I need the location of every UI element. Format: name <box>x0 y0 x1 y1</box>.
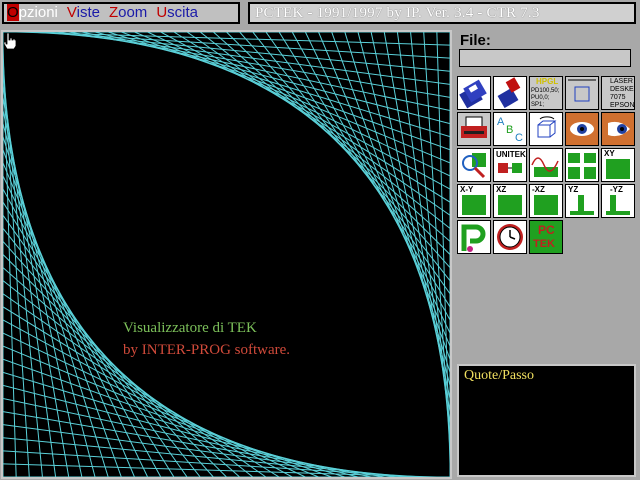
view-xy-button[interactable]: XY <box>601 148 635 182</box>
about-pctek-button[interactable]: PC TEK <box>529 220 563 254</box>
view-eye-button[interactable] <box>565 112 599 146</box>
view-eye-side-button[interactable] <box>601 112 635 146</box>
merge-icon <box>498 163 522 173</box>
file-label: File: <box>460 32 491 49</box>
plane-xy-icon <box>606 159 630 179</box>
grid-line <box>3 254 227 477</box>
disk-arrow-icon <box>497 77 521 109</box>
menu-viste[interactable]: Viste <box>67 4 100 22</box>
menu-opzioni[interactable]: Opzioni <box>7 4 58 22</box>
plane-myz-icon <box>606 195 630 215</box>
file-field[interactable] <box>459 49 631 67</box>
print-button[interactable] <box>457 112 491 146</box>
unitek-button[interactable]: UNITEK <box>493 148 527 182</box>
page-setup-button[interactable] <box>565 76 599 110</box>
plane-mxz-icon <box>534 195 558 215</box>
text-button[interactable]: A B C <box>493 112 527 146</box>
right-panel: File: HPGL PD100,50; PU0,0; SP1; LASER D… <box>455 30 638 479</box>
cube-rotate-icon <box>537 116 557 138</box>
plane-yz-icon <box>570 195 594 215</box>
splash-title: Visualizzatore di TEK <box>123 320 257 336</box>
menu-bar: Opzioni Viste Zoom Uscita <box>2 2 240 24</box>
grid-line <box>226 32 450 255</box>
view-yz-button[interactable]: YZ <box>565 184 599 218</box>
grid-line <box>3 437 411 477</box>
menu-zoom[interactable]: Zoom <box>109 4 147 22</box>
printer-icon <box>461 116 487 138</box>
page-frame-icon <box>568 79 596 102</box>
quote-panel: Quote/Passo <box>457 364 636 477</box>
clock-button[interactable] <box>493 220 527 254</box>
svg-text:C: C <box>515 132 523 144</box>
eye-side-icon <box>602 113 634 145</box>
magnifier-icon <box>462 153 486 179</box>
view-mxy-button[interactable]: X-Y <box>457 184 491 218</box>
plane-xz-icon <box>498 195 522 215</box>
string-art-drawing <box>3 32 450 477</box>
hand-cursor-icon <box>3 32 17 50</box>
drawing-canvas[interactable]: Visualizzatore di TEK by INTER-PROG soft… <box>1 30 452 479</box>
quote-label: Quote/Passo <box>464 368 534 383</box>
curve-icon <box>531 157 559 177</box>
grid-view-icon <box>568 153 596 179</box>
view-xz-button[interactable]: XZ <box>493 184 527 218</box>
hpgl-export-button[interactable]: HPGL PD100,50; PU0,0; SP1; <box>529 76 563 110</box>
save-disk-button[interactable] <box>457 76 491 110</box>
printer-select-button[interactable]: LASER DESKE. 7075 EPSON <box>601 76 635 110</box>
grid-line <box>410 32 450 438</box>
svg-text:A: A <box>497 116 505 128</box>
abc-text-icon: A B C <box>497 116 523 144</box>
rotate-3d-button[interactable] <box>529 112 563 146</box>
menu-uscita[interactable]: Uscita <box>156 4 198 22</box>
floppy-disk-icon <box>459 79 487 109</box>
splash-credits: by INTER-PROG software. <box>123 342 291 358</box>
view-grid-button[interactable] <box>565 148 599 182</box>
view-mxz-button[interactable]: -XZ <box>529 184 563 218</box>
view-myz-button[interactable]: -YZ <box>601 184 635 218</box>
curve-button[interactable] <box>529 148 563 182</box>
svg-text:B: B <box>506 124 513 136</box>
clock-icon <box>497 224 523 250</box>
plane-mxy-icon <box>462 195 486 215</box>
zoom-button[interactable] <box>457 148 491 182</box>
p-logo-icon <box>461 224 486 252</box>
load-button[interactable] <box>493 76 527 110</box>
app-title: PCTEK - 1991/1997 by IP. Ver. 3.4 - CTR … <box>248 2 636 24</box>
eye-icon <box>566 113 598 145</box>
pan-button[interactable] <box>457 220 491 254</box>
